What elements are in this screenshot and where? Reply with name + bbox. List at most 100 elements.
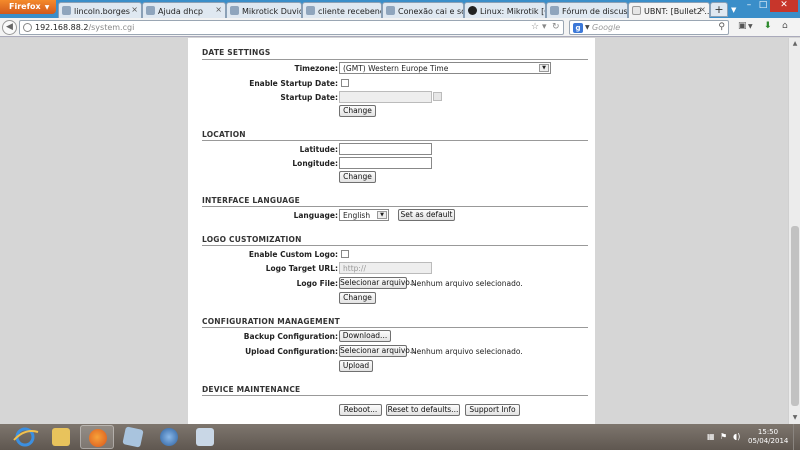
network-icon[interactable]: ▦ (707, 432, 715, 441)
latitude-field[interactable] (339, 143, 432, 155)
divider (202, 395, 588, 396)
dropdown-arrow-icon[interactable]: ▾ (542, 22, 547, 32)
close-tab-icon[interactable]: × (699, 5, 706, 14)
backup-configuration-label: Backup Configuration: (243, 332, 338, 341)
firefox-menu-label: Firefox (9, 2, 41, 11)
location-title: LOCATION (202, 130, 246, 139)
reload-icon[interactable]: ↻ (552, 22, 560, 32)
search-bar[interactable]: g ▼ Google ⚲ (569, 20, 729, 35)
taskbar-file-explorer[interactable] (44, 425, 78, 449)
search-icon[interactable]: ⚲ (718, 22, 725, 32)
dropdown-arrow-icon[interactable]: ▼ (585, 24, 590, 31)
tab-title: Conexão cai e só v... (398, 7, 463, 16)
download-icon[interactable]: ⬇ (764, 21, 772, 31)
close-tab-icon[interactable]: × (131, 5, 138, 14)
enable-custom-logo-checkbox[interactable] (341, 250, 349, 258)
divider (202, 59, 588, 60)
download-button[interactable]: Download... (339, 330, 391, 342)
scroll-up-arrow-icon[interactable]: ▲ (790, 39, 800, 49)
new-tab-button[interactable]: + (710, 2, 728, 17)
github-icon (468, 6, 477, 15)
taskbar-thunderbird[interactable] (152, 425, 186, 449)
generic-page-icon (632, 6, 641, 15)
tab-title: Ajuda dhcp (158, 7, 203, 16)
volume-icon[interactable]: ◖) (733, 432, 740, 441)
browser-tab-strip: Firefox ▼ lincoln.borges × Ajuda dhcp × Mik… (0, 0, 800, 18)
timezone-select[interactable]: (GMT) Western Europe Time ▼ (339, 62, 551, 74)
list-all-tabs-icon[interactable]: ▼ (731, 6, 736, 14)
url-host: 192.168.88.2 (35, 23, 89, 32)
latitude-label: Latitude: (299, 145, 338, 154)
show-desktop-button[interactable] (793, 424, 800, 450)
upload-configuration-label: Upload Configuration: (245, 347, 338, 356)
taskbar-paint[interactable] (188, 425, 222, 449)
dropdown-arrow-icon[interactable]: ▼ (748, 23, 753, 30)
search-placeholder: Google (592, 23, 621, 32)
support-info-button[interactable]: Support Info (465, 404, 520, 416)
close-tab-icon[interactable]: × (215, 5, 222, 14)
page-icon (550, 6, 559, 15)
divider (202, 206, 588, 207)
reboot-button[interactable]: Reboot... (339, 404, 382, 416)
flag-icon[interactable]: ⚑ (720, 432, 727, 441)
bookmarks-menu-icon[interactable]: ▣ (738, 21, 747, 31)
startup-date-field[interactable] (339, 91, 432, 103)
vertical-scrollbar[interactable]: ▲ ▼ (788, 38, 800, 424)
page-icon (306, 6, 315, 15)
timezone-label: Timezone: (294, 64, 338, 73)
minimize-icon[interactable]: – (742, 0, 756, 12)
language-select[interactable]: English ▼ (339, 209, 389, 221)
taskbar-firefox[interactable] (80, 425, 114, 449)
google-icon: g (573, 23, 583, 33)
tab-linux-mikrotik[interactable]: Linux: Mikrotik [Co... (464, 2, 546, 18)
folder-icon (52, 428, 70, 446)
startup-date-label: Startup Date: (280, 93, 338, 102)
logo-change-button[interactable]: Change (339, 292, 376, 304)
firefox-icon (89, 429, 107, 447)
system-clock[interactable]: 15:50 05/04/2014 (748, 428, 788, 446)
tab-ajuda-dhcp[interactable]: Ajuda dhcp × (142, 2, 226, 18)
paint-icon (196, 428, 214, 446)
logo-choose-file-button[interactable]: Selecionar arquivo... (339, 277, 417, 289)
device-maintenance-title: DEVICE MAINTENANCE (202, 385, 301, 394)
enable-startup-date-checkbox[interactable] (341, 79, 349, 87)
scroll-down-arrow-icon[interactable]: ▼ (790, 413, 800, 423)
home-icon[interactable]: ⌂ (782, 21, 788, 31)
longitude-field[interactable] (339, 157, 432, 169)
longitude-label: Longitude: (292, 159, 338, 168)
tab-ubnt-bullet2[interactable]: UBNT: [Bullet2 ... × (628, 2, 710, 18)
bookmark-star-icon[interactable]: ☆ (531, 22, 539, 32)
reset-to-defaults-button[interactable]: Reset to defaults... (386, 404, 460, 416)
taskbar-virtualbox[interactable] (116, 425, 150, 449)
page-viewport: DATE SETTINGS Timezone: (GMT) Western Eu… (0, 38, 788, 424)
page-icon (230, 6, 239, 15)
close-window-icon[interactable]: ✕ (770, 0, 798, 12)
tab-mikrotick-duvidas[interactable]: Mikrotick Duvidas i... (226, 2, 302, 18)
dropdown-arrow-icon: ▼ (44, 4, 50, 11)
upload-button[interactable]: Upload (339, 360, 373, 372)
tab-forum-discussao[interactable]: Fórum de discussã... (546, 2, 628, 18)
tab-cliente-recebendo[interactable]: cliente recebendo i... (302, 2, 382, 18)
thunderbird-icon (160, 428, 178, 446)
interface-language-title: INTERFACE LANGUAGE (202, 196, 300, 205)
tab-title: cliente recebendo i... (318, 7, 381, 16)
back-arrow-icon[interactable]: ◀ (2, 20, 17, 35)
set-as-default-button[interactable]: Set as default (398, 209, 455, 221)
internet-explorer-icon (13, 427, 39, 447)
system-settings-panel: DATE SETTINGS Timezone: (GMT) Western Eu… (188, 38, 595, 424)
scrollbar-thumb[interactable] (791, 226, 799, 406)
calendar-icon[interactable] (433, 92, 442, 101)
start-button[interactable] (8, 426, 42, 448)
enable-custom-logo-label: Enable Custom Logo: (248, 250, 338, 259)
logo-target-url-field[interactable]: http:// (339, 262, 432, 274)
config-choose-file-button[interactable]: Selecionar arquivo... (339, 345, 417, 357)
windows-taskbar: ▦ ⚑ ◖) 15:50 05/04/2014 (0, 424, 800, 450)
location-change-button[interactable]: Change (339, 171, 376, 183)
firefox-menu-button[interactable]: Firefox ▼ (0, 0, 56, 14)
tab-lincoln-borges[interactable]: lincoln.borges × (58, 2, 142, 18)
address-bar[interactable]: 192.168.88.2/system.cgi ☆ ▾ ↻ (19, 20, 564, 35)
page-icon (386, 6, 395, 15)
tab-conexao-cai[interactable]: Conexão cai e só v... (382, 2, 464, 18)
date-change-button[interactable]: Change (339, 105, 376, 117)
maximize-icon[interactable]: □ (756, 0, 770, 12)
